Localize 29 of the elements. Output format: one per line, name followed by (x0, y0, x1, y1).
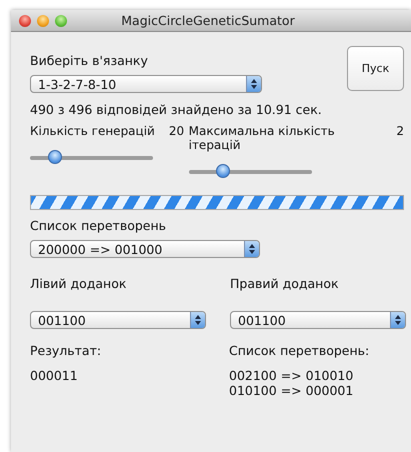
status-text: 490 з 496 відповідей знайдено за 10.91 сек. (30, 102, 323, 117)
slider-label: Максимальна кількість ітерацій (188, 124, 336, 152)
stepper-arrows-icon (244, 241, 259, 257)
slider-value: 20 (168, 124, 184, 138)
stepper-arrows-icon (190, 312, 205, 328)
close-button[interactable] (19, 14, 31, 26)
result-label: Результат: (30, 343, 102, 358)
dropdown[interactable]: 1-3-2-7-8-10 (30, 75, 262, 93)
slider-value: 2 (396, 124, 404, 140)
window-title: MagicCircleGeneticSumator (121, 13, 296, 28)
result-value: 000011 (30, 368, 79, 383)
stepper-arrows-icon (246, 76, 261, 92)
slider-label: Кількість генерацій (30, 124, 155, 138)
field-label: Лівий доданок (30, 276, 128, 291)
slider-thumb[interactable] (216, 164, 230, 178)
dropdown[interactable]: 001100 (230, 311, 406, 329)
list-label: Список перетворень: (229, 343, 370, 358)
field-label: Список перетворень (30, 218, 168, 233)
dropdown[interactable]: 001100 (30, 311, 206, 329)
field-label: Правий доданок (230, 276, 340, 291)
stepper-arrows-icon (390, 312, 405, 328)
zoom-button[interactable] (55, 14, 67, 26)
minimize-button[interactable] (37, 14, 49, 26)
field-label: Виберіть в'язанку (30, 53, 149, 68)
list-item: 002100 => 010010 (229, 368, 354, 383)
list-item: 010100 => 000001 (229, 383, 354, 398)
run-button[interactable]: Пуск (347, 46, 404, 91)
dropdown[interactable]: 200000 => 001000 (30, 240, 260, 258)
slider-thumb[interactable] (48, 150, 62, 164)
